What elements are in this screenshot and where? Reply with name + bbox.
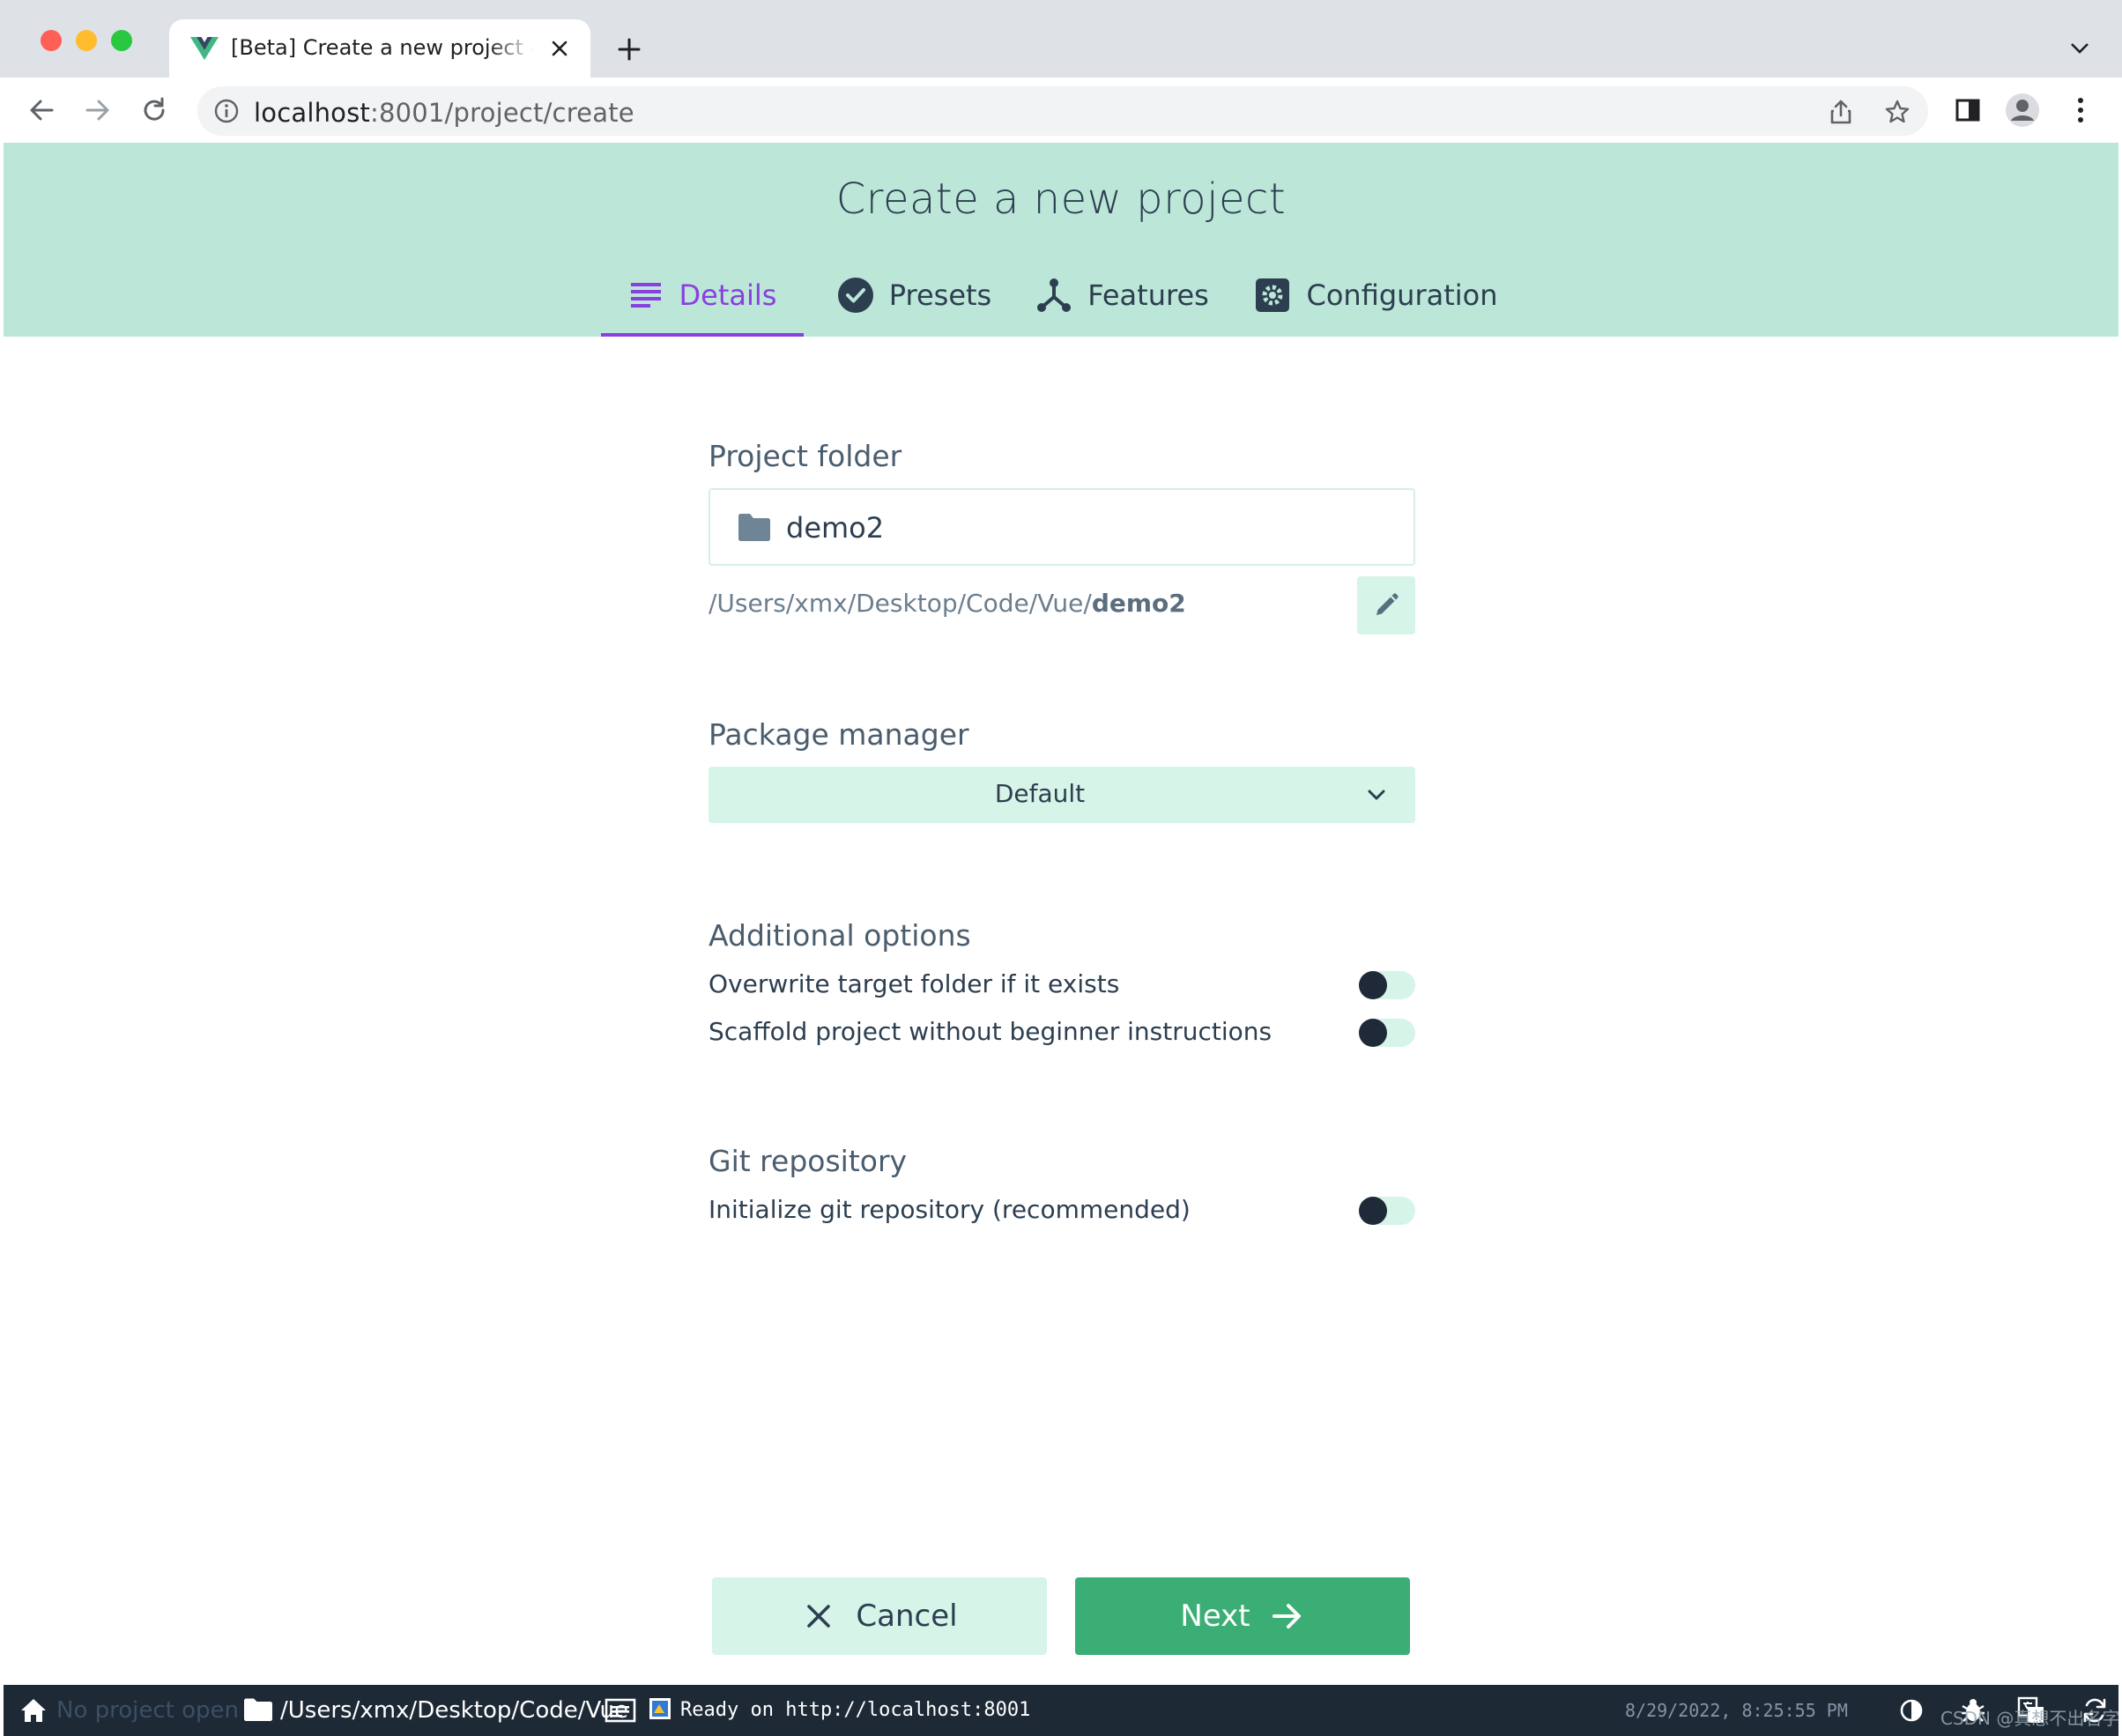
git-init-option-label: Initialize git repository (recommended) <box>709 1195 1191 1224</box>
close-icon <box>801 1599 836 1634</box>
toggle-knob <box>1359 1197 1387 1225</box>
close-tab-icon[interactable] <box>546 35 573 62</box>
browser-tab-active[interactable]: [Beta] Create a new project - Vue CLI <box>169 19 590 78</box>
tab-features-label: Features <box>1087 278 1209 312</box>
overwrite-option-label: Overwrite target folder if it exists <box>709 969 1120 998</box>
reload-icon[interactable] <box>134 90 174 130</box>
package-manager-select[interactable]: Default <box>709 767 1415 823</box>
package-manager-label: Package manager <box>709 717 969 752</box>
overwrite-option-row: Overwrite target folder if it exists <box>709 966 1415 1005</box>
tab-details[interactable]: Details <box>601 254 804 337</box>
toggle-knob <box>1359 971 1387 999</box>
tab-title: [Beta] Create a new project - Vue CLI <box>231 35 534 60</box>
package-manager-value: Default <box>994 779 1086 808</box>
vue-logo-icon <box>190 37 219 60</box>
tab-presets[interactable]: Presets <box>818 254 1012 337</box>
project-folder-input[interactable] <box>786 508 1385 548</box>
status-timestamp: 8/29/2022, 8:25:55 PM <box>1625 1700 1848 1721</box>
git-init-toggle[interactable] <box>1359 1197 1415 1225</box>
window-minimize-button[interactable] <box>76 30 97 51</box>
browser-tab-strip: [Beta] Create a new project - Vue CLI <box>0 0 2122 78</box>
folder-icon <box>738 514 770 541</box>
check-circle-icon <box>837 278 873 313</box>
address-bar[interactable]: localhost:8001/project/create <box>197 86 1928 136</box>
no-project-text[interactable]: No project open <box>56 1697 239 1724</box>
scaffold-toggle[interactable] <box>1359 1019 1415 1047</box>
browser-toolbar: localhost:8001/project/create <box>0 78 2122 143</box>
chevron-down-icon <box>1368 790 1385 800</box>
edit-path-button[interactable] <box>1357 576 1415 634</box>
current-path[interactable]: /Users/xmx/Desktop/Code/Vue <box>280 1697 628 1724</box>
info-icon[interactable] <box>213 98 240 124</box>
project-path: /Users/xmx/Desktop/Code/Vue/demo2 <box>709 589 1186 618</box>
server-status-text: Ready on http://localhost:8001 <box>680 1699 1031 1721</box>
additional-options-label: Additional options <box>709 918 971 953</box>
tab-features[interactable]: Features <box>1022 254 1223 337</box>
cancel-button[interactable]: Cancel <box>712 1577 1047 1655</box>
tab-presets-label: Presets <box>888 278 992 312</box>
console-log-icon[interactable] <box>605 1697 636 1724</box>
dark-mode-icon[interactable] <box>1896 1695 1926 1725</box>
share-icon[interactable] <box>1826 97 1856 127</box>
toggle-knob <box>1359 1019 1387 1047</box>
overwrite-toggle[interactable] <box>1359 971 1415 999</box>
app-header: Create a new project Details Presets Fea… <box>4 143 2118 337</box>
url-text[interactable]: localhost:8001/project/create <box>254 98 634 128</box>
pencil-icon <box>1376 593 1399 615</box>
tab-configuration-label: Configuration <box>1306 278 1498 312</box>
list-icon <box>628 278 664 313</box>
chevron-down-icon[interactable] <box>2062 35 2097 62</box>
next-button[interactable]: Next <box>1075 1577 1410 1655</box>
project-folder-field[interactable] <box>709 488 1415 566</box>
profile-avatar-icon[interactable] <box>2004 92 2041 129</box>
tab-details-label: Details <box>679 278 777 312</box>
project-folder-label: Project folder <box>709 439 902 473</box>
forward-arrow-icon[interactable] <box>78 90 118 130</box>
scaffold-option-label: Scaffold project without beginner instru… <box>709 1017 1272 1046</box>
git-repository-label: Git repository <box>709 1144 908 1178</box>
home-icon[interactable] <box>19 1697 48 1724</box>
watermark-text: CSDN @真想不出名字 <box>1940 1708 2120 1729</box>
arrow-right-icon <box>1270 1599 1305 1634</box>
settings-icon <box>1255 278 1290 313</box>
page-title: Create a new project <box>835 174 1287 224</box>
window-close-button[interactable] <box>41 30 62 51</box>
next-button-label: Next <box>1180 1599 1250 1634</box>
terminal-logo-icon <box>649 1698 671 1719</box>
new-tab-icon[interactable] <box>612 32 647 67</box>
window-maximize-button[interactable] <box>111 30 132 51</box>
fork-icon <box>1036 278 1072 313</box>
side-panel-icon[interactable] <box>1949 92 1986 129</box>
bookmark-star-icon[interactable] <box>1882 97 1912 127</box>
tab-configuration[interactable]: Configuration <box>1253 254 1500 337</box>
more-vert-icon[interactable] <box>2062 92 2099 129</box>
browser-window: [Beta] Create a new project - Vue CLI <box>0 0 2122 1736</box>
cancel-button-label: Cancel <box>856 1599 958 1634</box>
status-bar: No project open /Users/xmx/Desktop/Code/… <box>4 1685 2118 1736</box>
folder-icon <box>244 1698 272 1721</box>
git-init-option-row: Initialize git repository (recommended) <box>709 1191 1415 1230</box>
back-arrow-icon[interactable] <box>21 90 62 130</box>
scaffold-option-row: Scaffold project without beginner instru… <box>709 1013 1415 1052</box>
step-tabs: Details Presets Features Configuration <box>4 254 2118 337</box>
